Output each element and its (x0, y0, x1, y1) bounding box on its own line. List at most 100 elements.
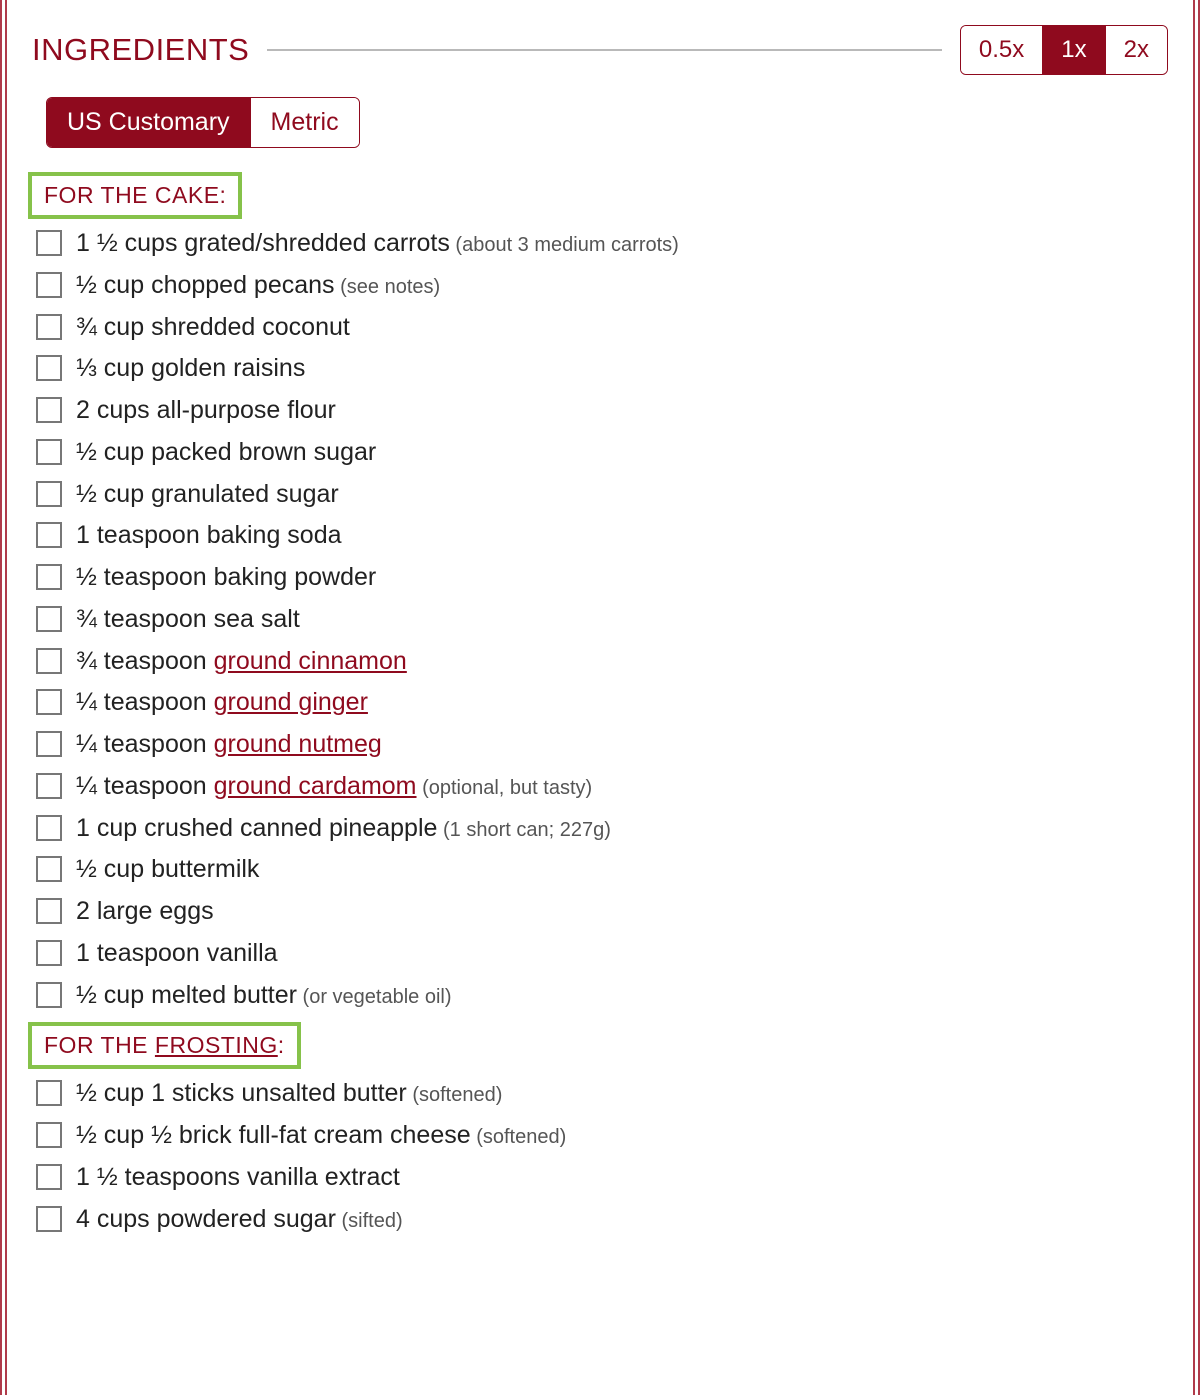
ingredient-amount: ⅓ (76, 354, 104, 382)
ingredient-amount: 4 (76, 1205, 97, 1233)
ingredient-text: ¼ teaspoon ground ginger (76, 686, 368, 720)
ingredient-name: baking powder (214, 563, 377, 591)
ingredient-checkbox[interactable] (36, 1122, 62, 1148)
scale-button-0.5x[interactable]: 0.5x (961, 26, 1043, 74)
ingredient-amount: ¼ (76, 688, 104, 716)
scale-toggle-group: 0.5x1x2x (960, 25, 1168, 75)
ingredient-item: ½ cup 1 sticks unsalted butter (softened… (36, 1073, 1168, 1115)
ingredient-checkbox[interactable] (36, 856, 62, 882)
section-heading-text: FOR THE (44, 1032, 155, 1058)
scale-button-1x[interactable]: 1x (1043, 26, 1105, 74)
ingredient-text: 2 cups all-purpose flour (76, 394, 336, 428)
ingredient-text: 1 teaspoon baking soda (76, 519, 342, 553)
ingredient-item: 1 ½ cups grated/shredded carrots (about … (36, 223, 1168, 265)
ingredient-name: shredded coconut (151, 313, 350, 341)
ingredient-amount: 1 ½ (76, 229, 125, 257)
ingredient-checkbox[interactable] (36, 522, 62, 548)
ingredient-item: ¾ teaspoon ground cinnamon (36, 641, 1168, 683)
ingredient-text: ½ cup ½ brick full-fat cream cheese (sof… (76, 1119, 566, 1153)
ingredient-checkbox[interactable] (36, 1164, 62, 1190)
ingredient-item: 1 teaspoon vanilla (36, 933, 1168, 975)
ingredient-name: all-purpose flour (157, 396, 336, 424)
ingredient-checkbox[interactable] (36, 689, 62, 715)
ingredient-checkbox[interactable] (36, 439, 62, 465)
ingredient-amount: ½ (76, 1079, 104, 1107)
ingredient-name[interactable]: ground cinnamon (214, 647, 407, 675)
ingredient-item: ½ cup melted butter (or vegetable oil) (36, 975, 1168, 1017)
ingredient-text: ½ teaspoon baking powder (76, 561, 376, 595)
ingredient-name: powdered sugar (157, 1205, 336, 1233)
ingredient-amount: ½ (76, 981, 104, 1009)
ingredient-unit: cup (104, 1121, 151, 1149)
ingredient-checkbox[interactable] (36, 606, 62, 632)
ingredient-checkbox[interactable] (36, 773, 62, 799)
ingredient-unit: large (97, 897, 160, 925)
ingredient-checkbox[interactable] (36, 314, 62, 340)
ingredient-amount: 1 (76, 814, 97, 842)
ingredient-amount: ¾ (76, 313, 104, 341)
ingredient-checkbox[interactable] (36, 564, 62, 590)
ingredient-name: baking soda (207, 521, 342, 549)
ingredient-text: ½ cup packed brown sugar (76, 436, 376, 470)
ingredient-note: (1 short can; 227g) (437, 819, 610, 841)
ingredient-item: 2 large eggs (36, 891, 1168, 933)
ingredient-checkbox[interactable] (36, 1206, 62, 1232)
ingredient-item: ¼ teaspoon ground cardamom (optional, bu… (36, 766, 1168, 808)
ingredient-item: ½ cup packed brown sugar (36, 432, 1168, 474)
ingredient-amount: ¾ (76, 647, 104, 675)
ingredient-item: 1 ½ teaspoons vanilla extract (36, 1157, 1168, 1199)
ingredient-checkbox[interactable] (36, 940, 62, 966)
ingredient-checkbox[interactable] (36, 982, 62, 1008)
ingredient-amount: ½ (76, 855, 104, 883)
ingredient-amount: 2 (76, 396, 97, 424)
ingredient-name[interactable]: ground nutmeg (214, 730, 382, 758)
ingredient-checkbox[interactable] (36, 230, 62, 256)
ingredient-name: ½ brick full-fat cream cheese (151, 1121, 471, 1149)
unit-button-metric[interactable]: Metric (250, 98, 359, 147)
ingredient-text: ⅓ cup golden raisins (76, 352, 305, 386)
ingredient-note: (softened) (407, 1084, 503, 1106)
ingredient-amount: ½ (76, 271, 104, 299)
ingredient-name: chopped pecans (151, 271, 334, 299)
ingredient-name: buttermilk (151, 855, 259, 883)
ingredient-checkbox[interactable] (36, 815, 62, 841)
ingredient-text: ¾ teaspoon ground cinnamon (76, 645, 407, 679)
ingredient-unit: cups (97, 396, 157, 424)
ingredient-unit: teaspoon (104, 772, 214, 800)
ingredient-name[interactable]: ground ginger (214, 688, 368, 716)
ingredient-name: packed brown sugar (151, 438, 376, 466)
ingredient-text: ½ cup chopped pecans (see notes) (76, 269, 440, 303)
ingredient-checkbox[interactable] (36, 397, 62, 423)
section-heading-text: FOR THE CAKE: (44, 182, 226, 208)
ingredient-note: (optional, but tasty) (417, 777, 593, 799)
ingredient-checkbox[interactable] (36, 731, 62, 757)
ingredient-name: crushed canned pineapple (144, 814, 437, 842)
ingredient-item: 1 teaspoon baking soda (36, 515, 1168, 557)
ingredient-name: vanilla extract (247, 1163, 400, 1191)
ingredient-amount: ½ (76, 563, 104, 591)
scale-button-2x[interactable]: 2x (1106, 26, 1167, 74)
ingredient-checkbox[interactable] (36, 648, 62, 674)
unit-button-us-customary[interactable]: US Customary (47, 98, 250, 147)
section-heading-link[interactable]: FROSTING (155, 1032, 278, 1058)
card-outer-border: INGREDIENTS 0.5x1x2x US CustomaryMetric … (0, 0, 1200, 1395)
ingredient-text: ½ cup 1 sticks unsalted butter (softened… (76, 1077, 502, 1111)
ingredient-checkbox[interactable] (36, 898, 62, 924)
ingredient-checkbox[interactable] (36, 272, 62, 298)
ingredient-amount: ½ (76, 1121, 104, 1149)
ingredient-item: ½ cup chopped pecans (see notes) (36, 265, 1168, 307)
ingredient-text: 4 cups powdered sugar (sifted) (76, 1203, 403, 1237)
ingredient-checkbox[interactable] (36, 1080, 62, 1106)
ingredient-name: granulated sugar (151, 480, 339, 508)
ingredient-item: ¼ teaspoon ground ginger (36, 682, 1168, 724)
ingredient-item: ½ cup ½ brick full-fat cream cheese (sof… (36, 1115, 1168, 1157)
section-heading-suffix: : (278, 1032, 285, 1058)
ingredient-name[interactable]: ground cardamom (214, 772, 417, 800)
ingredient-checkbox[interactable] (36, 355, 62, 381)
ingredient-unit: teaspoons (125, 1163, 247, 1191)
ingredient-checkbox[interactable] (36, 481, 62, 507)
ingredient-sections: FOR THE CAKE: 1 ½ cups grated/shredded ca… (32, 166, 1168, 1240)
ingredient-name: golden raisins (151, 354, 305, 382)
ingredient-text: 1 cup crushed canned pineapple (1 short … (76, 812, 611, 846)
ingredient-item: 1 cup crushed canned pineapple (1 short … (36, 808, 1168, 850)
